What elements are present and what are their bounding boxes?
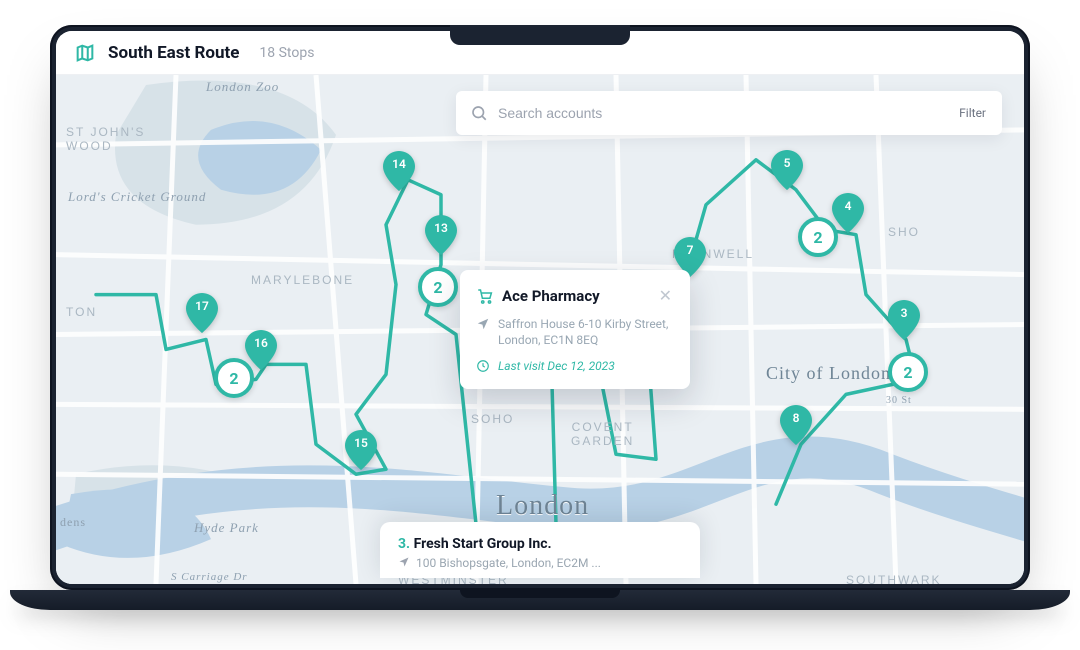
- map-label-shoreditch: SHO: [888, 225, 920, 239]
- laptop-notch: [450, 25, 630, 45]
- route-stop-pin[interactable]: 13: [424, 215, 458, 255]
- map-label-covent-garden: COVENT GARDEN: [571, 420, 634, 448]
- route-stop-pin[interactable]: 2: [214, 358, 254, 398]
- map-label-city-of-london: City of London: [766, 363, 891, 384]
- laptop-frame: South East Route 18 Stops: [50, 25, 1030, 625]
- map-label-st-johns: ST JOHN'S WOOD: [66, 125, 145, 153]
- route-stop-pin[interactable]: 15: [344, 430, 378, 470]
- search-input[interactable]: [498, 105, 947, 121]
- route-stops-count: 18 Stops: [259, 45, 314, 61]
- map-logo-icon: [74, 42, 96, 64]
- clock-icon: [476, 359, 490, 373]
- map-label-30st: 30 St: [886, 395, 912, 406]
- route-stop-pin[interactable]: 2: [888, 352, 928, 392]
- account-popup: Ace Pharmacy ✕ Saffron House 6-10 Kirby …: [460, 270, 690, 389]
- route-stop-pin[interactable]: 17: [185, 293, 219, 333]
- route-stop-pin[interactable]: 2: [418, 267, 458, 307]
- route-stop-pin[interactable]: 8: [779, 405, 813, 445]
- map-label-lords: Lord's Cricket Ground: [68, 189, 206, 205]
- route-stop-pin[interactable]: 5: [770, 150, 804, 190]
- laptop-base: [10, 590, 1070, 610]
- search-icon: [470, 104, 488, 122]
- location-arrow-icon: [398, 556, 410, 568]
- route-title: South East Route: [108, 43, 239, 63]
- search-filter-button[interactable]: Filter: [957, 102, 988, 124]
- map-label-marylebone: MARYLEBONE: [251, 273, 354, 287]
- map-label-soho: SOHO: [471, 412, 514, 426]
- next-stop-address: 100 Bishopsgate, London, EC2M ...: [416, 556, 601, 570]
- popup-address: Saffron House 6-10 Kirby Street, London,…: [498, 316, 674, 348]
- cart-icon: [476, 287, 494, 305]
- map-label-edens: dens: [60, 515, 86, 530]
- map-label-southwark: SOUTHWARK: [846, 573, 942, 584]
- route-stop-pin[interactable]: 4: [831, 193, 865, 233]
- route-stop-pin[interactable]: 3: [887, 300, 921, 340]
- map-label-zoo: London Zoo: [206, 79, 279, 95]
- map-label-islington: TON: [66, 305, 97, 319]
- map-label-london: London: [496, 490, 589, 522]
- search-bar: Filter: [456, 91, 1002, 135]
- next-stop-card[interactable]: 3. Fresh Start Group Inc. 100 Bishopsgat…: [380, 522, 700, 578]
- laptop-screen: South East Route 18 Stops: [50, 25, 1030, 590]
- map-canvas[interactable]: London City of London MARYLEBONE SOHO CO…: [56, 75, 1024, 584]
- map-label-carriage: S Carriage Dr: [171, 571, 248, 583]
- popup-last-visit: Last visit Dec 12, 2023: [498, 358, 615, 374]
- popup-account-name: Ace Pharmacy: [502, 287, 649, 305]
- popup-close-button[interactable]: ✕: [657, 286, 674, 306]
- next-stop-index: 3.: [398, 536, 410, 552]
- location-arrow-icon: [476, 317, 490, 331]
- app-viewport: South East Route 18 Stops: [56, 31, 1024, 584]
- map-label-hyde: Hyde Park: [194, 520, 259, 536]
- next-stop-name: Fresh Start Group Inc.: [414, 536, 552, 552]
- route-stop-pin[interactable]: 14: [382, 151, 416, 191]
